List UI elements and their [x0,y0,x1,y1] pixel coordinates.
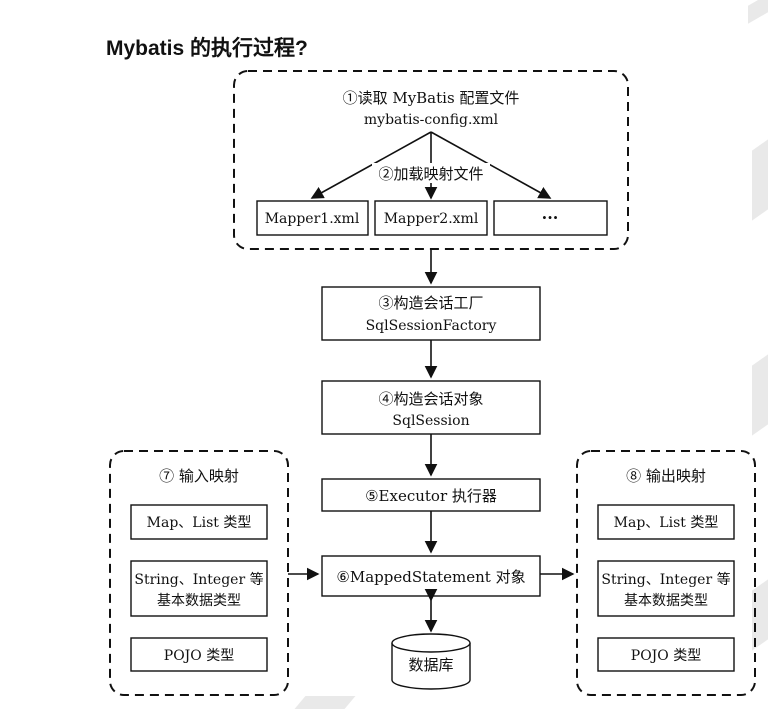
output-item-label: 基本数据类型 [624,592,708,609]
mapper3-label: ··· [542,208,559,227]
step6-label: ⑥MappedStatement 对象 [336,568,525,586]
step4-title: ④构造会话对象 [378,390,483,408]
step1-title: ①读取 MyBatis 配置文件 [343,89,520,107]
step3-sub: SqlSessionFactory [366,318,497,334]
output-item-label: POJO 类型 [631,648,701,664]
input-item-label: POJO 类型 [164,648,234,664]
mapper1-label: Mapper1.xml [265,211,360,227]
input-item-label: 基本数据类型 [157,592,241,609]
input-item-label: String、Integer 等 [134,571,263,588]
database-label: 数据库 [408,656,453,674]
flow-diagram: ①读取 MyBatis 配置文件 mybatis-config.xml ②加载映… [109,70,756,696]
step2-title: ②加载映射文件 [378,165,483,183]
input-item-label: Map、List 类型 [147,515,252,531]
mapper2-label: Mapper2.xml [384,211,479,227]
step5-label: ⑤Executor 执行器 [365,487,497,505]
output-item-label: String、Integer 等 [601,571,730,588]
step4-sub: SqlSession [392,413,469,429]
input-mapping-title: ⑦ 输入映射 [159,467,239,485]
step3-title: ③构造会话工厂 [378,294,483,312]
output-item-label: Map、List 类型 [614,515,719,531]
output-mapping-title: ⑧ 输出映射 [626,467,706,485]
step1-file: mybatis-config.xml [364,112,499,128]
